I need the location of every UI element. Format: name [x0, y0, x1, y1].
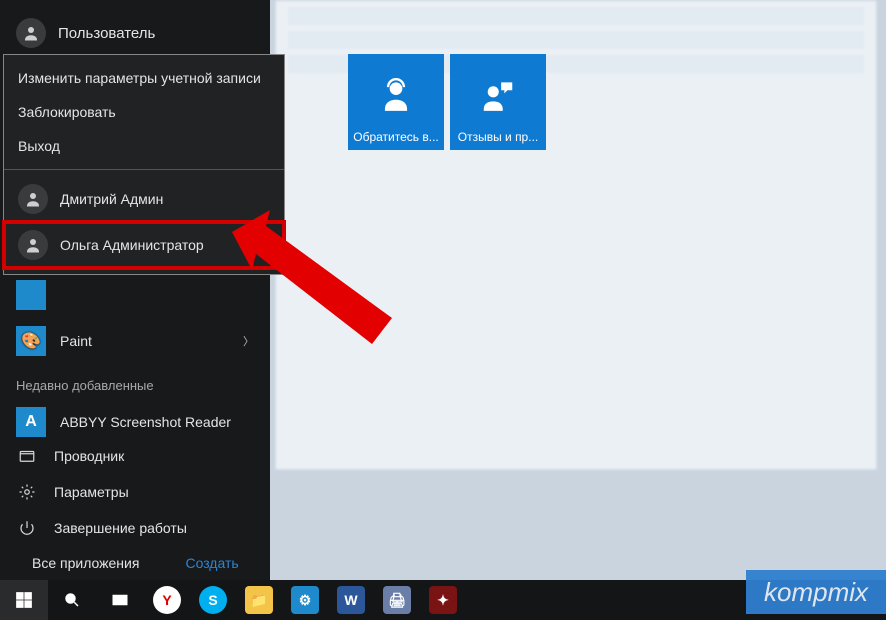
power-item[interactable]: Завершение работы [0, 510, 270, 546]
person-chat-icon [479, 76, 517, 117]
all-apps-label: Все приложения [32, 555, 139, 571]
lock-item[interactable]: Заблокировать [4, 95, 284, 129]
start-tiles: Обратитесь в... Отзывы и пр... [348, 54, 546, 150]
taskbar-app-word[interactable]: W [328, 580, 374, 620]
create-link[interactable]: Создать [185, 555, 238, 571]
taskbar-app-yandex[interactable]: Y [144, 580, 190, 620]
start-menu-bottom: Проводник Параметры Завершение работы Вс… [0, 438, 270, 580]
flyout-separator [4, 169, 284, 170]
taskbar-app-settings[interactable]: ⚙ [282, 580, 328, 620]
taskbar-app-explorer[interactable]: 📁 [236, 580, 282, 620]
current-user-name: Пользователь [58, 25, 155, 42]
taskbar-app-generic1[interactable]: 🖨 [374, 580, 420, 620]
file-explorer-icon [16, 447, 38, 465]
bottom-label: Параметры [54, 484, 129, 500]
app-item-blank[interactable] [0, 272, 270, 318]
headset-person-icon [377, 76, 415, 117]
user-avatar-icon [16, 18, 46, 48]
paint-icon: 🎨 [16, 326, 46, 356]
tile-label: Отзывы и пр... [450, 130, 546, 144]
chevron-right-icon: 〉 [243, 333, 254, 349]
user-avatar-icon [18, 230, 48, 260]
app-item-paint[interactable]: 🎨 Paint 〉 [0, 318, 270, 364]
app-label: Paint [60, 333, 92, 349]
switch-user-dmitry[interactable]: Дмитрий Админ [4, 176, 284, 222]
app-icon [16, 280, 46, 310]
bottom-label: Проводник [54, 448, 124, 464]
tile-label: Обратитесь в... [348, 130, 444, 144]
change-account-settings-item[interactable]: Изменить параметры учетной записи [4, 61, 284, 95]
switch-user-olga[interactable]: Ольга Администратор [4, 222, 284, 268]
search-button[interactable] [48, 580, 96, 620]
task-view-button[interactable] [96, 580, 144, 620]
power-icon [16, 519, 38, 537]
tile-get-help[interactable]: Обратитесь в... [348, 54, 444, 150]
start-menu-user-header[interactable]: Пользователь [0, 0, 270, 62]
tile-feedback[interactable]: Отзывы и пр... [450, 54, 546, 150]
start-button[interactable] [0, 580, 48, 620]
switch-user-label: Ольга Администратор [60, 237, 204, 253]
app-label: ABBYY Screenshot Reader [60, 414, 231, 430]
taskbar-app-skype[interactable]: S [190, 580, 236, 620]
settings-item[interactable]: Параметры [0, 474, 270, 510]
file-explorer-item[interactable]: Проводник [0, 438, 270, 474]
user-account-flyout: Изменить параметры учетной записи Заблок… [3, 54, 285, 275]
taskbar-app-generic2[interactable]: ✦ [420, 580, 466, 620]
gear-icon [16, 483, 38, 501]
sign-out-item[interactable]: Выход [4, 129, 284, 163]
recently-added-label: Недавно добавленные [0, 364, 270, 399]
user-avatar-icon [18, 184, 48, 214]
bottom-label: Завершение работы [54, 520, 187, 536]
watermark: kompmix [746, 570, 886, 614]
abbyy-icon: A [16, 407, 46, 437]
start-menu: Пользователь Изменить параметры учетной … [0, 0, 270, 580]
switch-user-label: Дмитрий Админ [60, 191, 163, 207]
all-apps-row[interactable]: Все приложения Создать [0, 546, 270, 580]
